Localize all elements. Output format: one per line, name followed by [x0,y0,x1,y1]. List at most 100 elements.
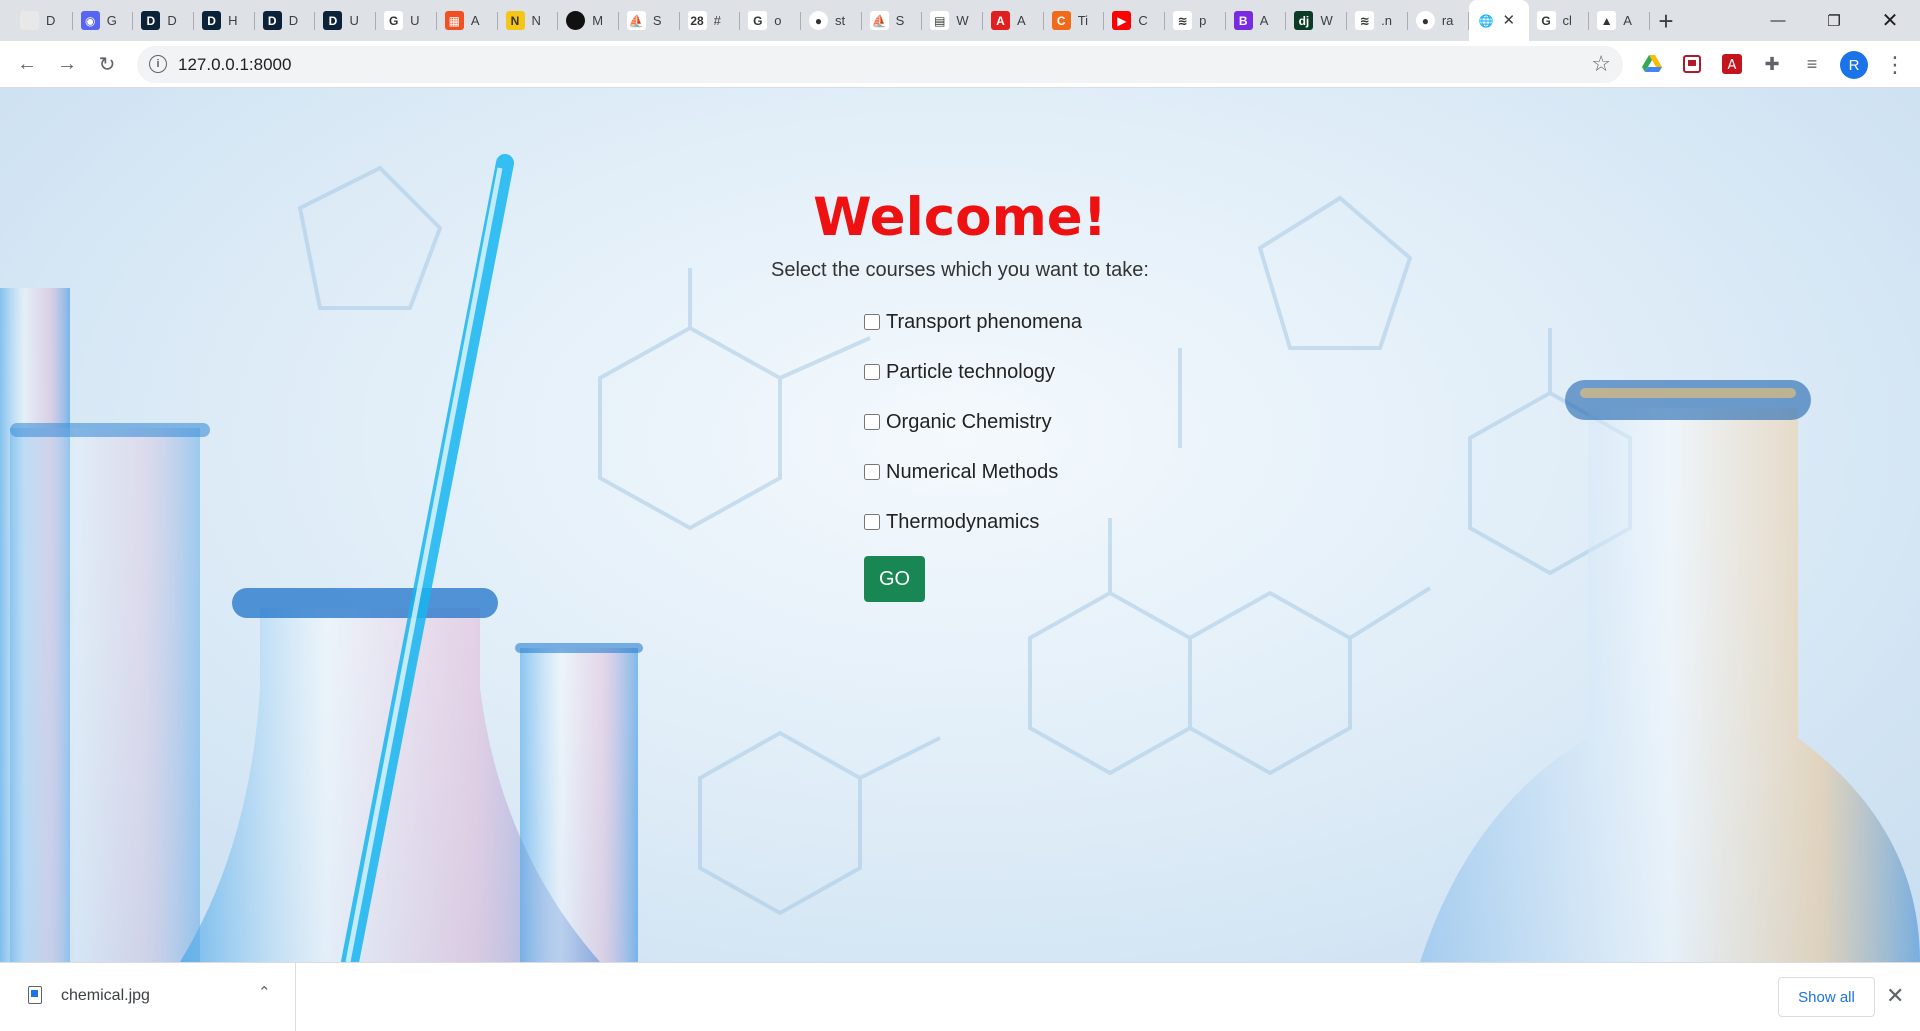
d-logo-icon: D [323,11,343,30]
close-download-shelf-icon[interactable]: ✕ [1886,983,1904,1009]
course-option-particle-technology[interactable]: Particle technology [864,359,1055,385]
close-window-button[interactable]: ✕ [1862,0,1918,41]
show-all-downloads-button[interactable]: Show all [1778,977,1875,1017]
course-option-transport-phenomena[interactable]: Transport phenomena [864,309,1082,335]
course-label: Numerical Methods [886,460,1059,483]
forward-button[interactable]: → [50,47,84,81]
browser-tab[interactable]: M [558,0,619,41]
course-option-thermodynamics[interactable]: Thermodynamics [864,509,1039,535]
browser-tab[interactable]: DU [315,0,376,41]
stackoverflow-icon: ≋ [1355,11,1375,30]
bookmark-star-icon[interactable]: ☆ [1591,51,1611,77]
azure-icon: ▲ [1597,11,1617,30]
checkbox-thermodynamics[interactable] [864,514,880,530]
browser-tab[interactable]: Go [740,0,801,41]
generic-page-icon [20,11,39,30]
page-viewport: Welcome! Select the courses which you wa… [0,88,1920,962]
checkbox-transport-phenomena[interactable] [864,314,880,330]
reload-button[interactable]: ↻ [90,47,124,81]
course-option-organic-chemistry[interactable]: Organic Chemistry [864,409,1052,435]
tab-title: cl [1562,13,1572,28]
page-title: Welcome! [813,187,1107,248]
browser-tab[interactable]: Gcl [1529,0,1590,41]
checkbox-particle-technology[interactable] [864,364,880,380]
browser-tab[interactable]: ≋ p [1165,0,1226,41]
back-button[interactable]: ← [10,47,44,81]
browser-tab[interactable]: 28 # [680,0,741,41]
arrow-left-icon: ← [17,52,37,75]
go-submit-button[interactable]: GO [864,556,925,602]
address-url[interactable]: 127.0.0.1:8000 [178,55,291,75]
tab-title: o [774,13,782,28]
github-icon: ● [1415,11,1435,30]
browser-tab[interactable]: DH [194,0,255,41]
browser-tab[interactable]: ● ra [1408,0,1469,41]
download-file-name[interactable]: chemical.jpg [61,987,150,1005]
browser-tab[interactable]: dj W [1286,0,1347,41]
n-logo-icon: N [505,11,525,30]
browser-tab[interactable]: ▲ A [1589,0,1650,41]
checkbox-numerical-methods[interactable] [864,464,880,480]
browser-tab[interactable]: ▦ A [437,0,498,41]
extensions-puzzle-icon[interactable]: ✚ [1760,52,1784,76]
tab-title: # [713,13,721,28]
browser-tab[interactable]: DD [255,0,316,41]
c-logo-icon: C [1051,11,1071,30]
d-logo-icon: D [202,11,222,30]
course-option-numerical-methods[interactable]: Numerical Methods [864,459,1058,485]
tab-title: W [956,13,969,28]
tab-title: H [228,13,238,28]
browser-tab[interactable]: C Ti [1044,0,1105,41]
globe-icon: 🌐 [1476,11,1496,30]
address-bar[interactable]: i 127.0.0.1:8000 ☆ [137,46,1623,83]
pocket-extension-icon[interactable] [1680,52,1704,76]
tab-title: .n [1381,13,1392,28]
tab-title: G [106,13,117,28]
course-label: Thermodynamics [886,510,1040,533]
browser-tab[interactable]: ● st [801,0,862,41]
browser-tab[interactable]: 🌐 ✕ [1468,0,1529,41]
browser-tab[interactable]: BA [1226,0,1287,41]
browser-tab[interactable]: ◉ G [73,0,134,41]
tab-title: A [1623,13,1632,28]
browser-menu-icon[interactable]: ⋮ [1880,49,1910,81]
google-drive-icon[interactable] [1640,52,1664,76]
browser-tab[interactable]: ⛵ S [862,0,923,41]
site-info-icon[interactable]: i [149,55,167,73]
browser-tab[interactable]: ▤ W [922,0,983,41]
w-logo-icon: ▤ [930,11,950,30]
minimize-button[interactable]: — [1750,0,1806,41]
tab-title: ra [1441,13,1454,28]
tab-title: A [470,13,480,28]
browser-tab[interactable]: ≋ .n [1347,0,1408,41]
browser-tab[interactable]: ▶ C [1104,0,1165,41]
browser-tab[interactable]: D [12,0,73,41]
tab-title: U [410,13,420,28]
arrow-right-icon: → [57,52,77,75]
browser-tab[interactable]: GU [376,0,437,41]
medium-icon [566,11,586,30]
browser-tab[interactable]: AA [983,0,1044,41]
profile-avatar[interactable]: R [1840,51,1868,79]
reload-icon: ↻ [98,53,116,76]
tab-title: C [1138,13,1148,28]
browser-tab[interactable]: ⛵ S [619,0,680,41]
tab-title: N [531,13,541,28]
download-item[interactable]: chemical.jpg ⌃ [0,963,296,1031]
chevron-up-icon[interactable]: ⌃ [258,983,271,1001]
media-playlist-icon[interactable]: ≡ [1800,52,1824,76]
tab-title: M [592,13,604,28]
browser-tab[interactable]: DD [133,0,194,41]
checkbox-organic-chemistry[interactable] [864,414,880,430]
course-label: Transport phenomena [886,310,1083,333]
adobe-icon: A [991,11,1010,30]
acrobat-extension-icon[interactable]: A [1720,52,1744,76]
browser-tab-strip: D ◉ G D D D H D D D U G U ▦ A N N M ⛵ S 28 # Go ● st ⛵ S ▤ W A A C Ti ▶ C ≋… [0,0,1920,41]
new-tab-button[interactable]: + [1652,6,1680,36]
google-icon: G [748,11,768,30]
tab-title: p [1199,13,1207,28]
browser-tab[interactable]: NN [498,0,559,41]
restore-button[interactable]: ❐ [1806,0,1862,41]
microsoft-icon: ▦ [444,11,464,30]
tab-close-icon[interactable]: ✕ [1503,13,1516,28]
